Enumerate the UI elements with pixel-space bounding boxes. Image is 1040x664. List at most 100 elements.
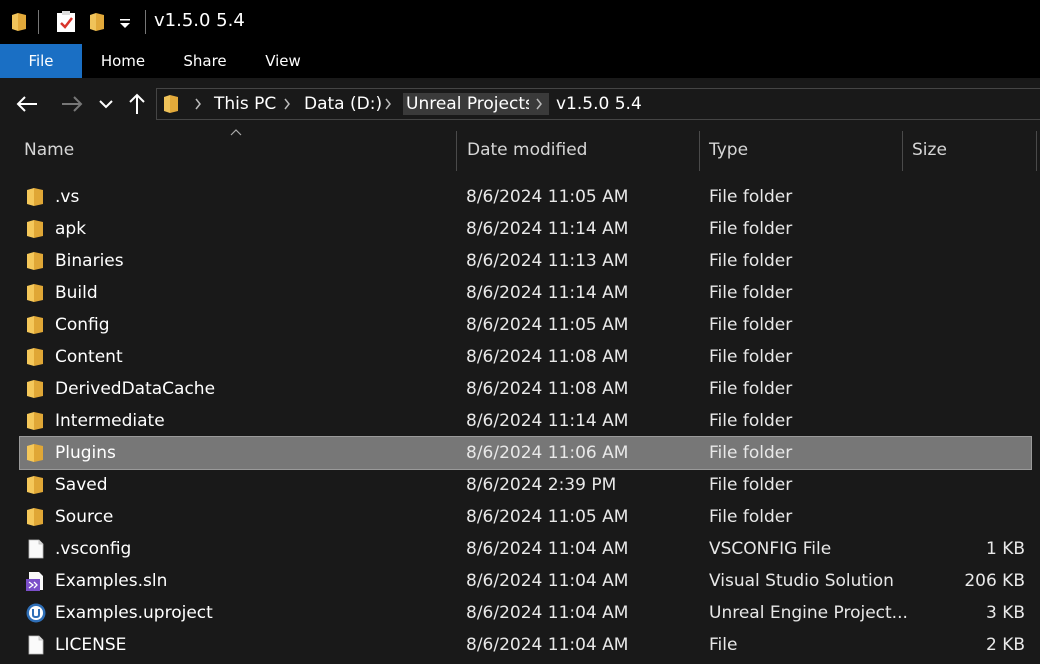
customize-toolbar-icon[interactable] [118,18,132,30]
file-row[interactable]: Saved 8/6/2024 2:39 PM File folder [20,469,1031,501]
column-header-name[interactable]: Name [24,140,74,160]
file-type: Visual Studio Solution [709,571,894,591]
file-type: File folder [709,283,793,303]
separator [38,10,39,34]
chevron-right-icon[interactable] [193,97,203,111]
file-size: 2 KB [985,635,1025,655]
file-type: File [709,635,738,655]
file-type: File folder [709,251,793,271]
column-header-size[interactable]: Size [912,140,947,160]
file-name: Binaries [55,251,124,271]
file-date-modified: 8/6/2024 11:14 AM [466,411,629,431]
chevron-right-icon [536,98,542,110]
file-type: File folder [709,411,793,431]
recent-locations-button[interactable] [92,90,120,118]
arrow-up-icon [129,93,145,114]
separator [145,10,146,34]
file-row[interactable]: LICENSE 8/6/2024 11:04 AM File 2 KB [20,629,1031,661]
new-folder-icon[interactable] [88,12,106,32]
file-name: Content [55,347,123,367]
tab-share[interactable]: Share [176,44,234,78]
chevron-right-icon[interactable] [383,97,393,111]
sort-ascending-icon [230,129,242,136]
folder-icon [164,95,178,113]
file-date-modified: 8/6/2024 11:06 AM [466,443,629,463]
breadcrumb-current-folder[interactable]: v1.5.0 5.4 [553,93,645,115]
file-icon [28,635,44,655]
file-row[interactable]: Source 8/6/2024 11:05 AM File folder [20,501,1031,533]
window-title: v1.5.0 5.4 [154,10,245,31]
file-date-modified: 8/6/2024 11:08 AM [466,347,629,367]
file-row[interactable]: Examples.uproject 8/6/2024 11:04 AM Unreal… [20,597,1031,629]
file-type: VSCONFIG File [709,539,832,559]
breadcrumb-this-pc[interactable]: This PC [211,93,279,115]
column-divider[interactable] [699,131,700,171]
file-date-modified: 8/6/2024 11:05 AM [466,507,629,527]
file-date-modified: 8/6/2024 11:08 AM [466,379,629,399]
file-size: 1 KB [985,539,1025,559]
column-divider[interactable] [902,131,903,171]
column-header-type[interactable]: Type [709,140,748,160]
folder-icon [27,348,43,366]
file-date-modified: 8/6/2024 11:04 AM [466,571,629,591]
folder-icon [27,188,43,206]
file-row[interactable]: Examples.sln 8/6/2024 11:04 AM Visual Stud… [20,565,1031,597]
file-row[interactable]: .vs 8/6/2024 11:05 AM File folder [20,181,1031,213]
file-name: DerivedDataCache [55,379,216,399]
folder-icon [27,284,43,302]
tab-file[interactable]: File [0,44,82,78]
file-size: 206 KB [964,571,1025,591]
file-name: Examples.sln [55,571,168,591]
file-row[interactable]: DerivedDataCache 8/6/2024 11:08 AM File fo… [20,373,1031,405]
folder-icon [27,252,43,270]
file-name: apk [55,219,87,239]
ribbon [0,44,1040,78]
back-button[interactable] [13,90,41,118]
tab-home[interactable]: Home [93,44,153,78]
column-header-date[interactable]: Date modified [467,140,587,160]
column-divider[interactable] [1036,131,1037,171]
unreal-engine-icon [26,603,46,623]
file-type: File folder [709,187,793,207]
file-type: File folder [709,475,793,495]
properties-icon[interactable] [56,11,76,33]
file-name: Examples.uproject [55,603,213,623]
folder-icon [27,476,43,494]
file-type: File folder [709,507,793,527]
file-row[interactable]: apk 8/6/2024 11:14 AM File folder [20,213,1031,245]
file-row[interactable]: Content 8/6/2024 11:08 AM File folder [20,341,1031,373]
folder-icon [27,380,43,398]
file-row[interactable]: Config 8/6/2024 11:05 AM File folder [20,309,1031,341]
file-icon [28,539,44,559]
file-name: .vs [55,187,80,207]
breadcrumb-unreal-projects[interactable]: Unreal Projects [403,93,537,115]
file-name: Build [55,283,98,303]
file-name: Intermediate [55,411,165,431]
folder-icon [27,316,43,334]
file-name: Saved [55,475,108,495]
forward-button[interactable] [58,90,86,118]
arrow-left-icon [16,96,37,112]
breadcrumb-chevron-highlight[interactable] [529,93,549,115]
file-date-modified: 8/6/2024 11:14 AM [466,283,629,303]
file-row[interactable]: Build 8/6/2024 11:14 AM File folder [20,277,1031,309]
file-date-modified: 8/6/2024 11:13 AM [466,251,629,271]
up-button[interactable] [123,90,151,118]
column-divider[interactable] [456,131,457,171]
chevron-right-icon[interactable] [282,97,292,111]
file-date-modified: 8/6/2024 2:39 PM [466,475,617,495]
breadcrumb-data-drive[interactable]: Data (D:) [301,93,385,115]
file-date-modified: 8/6/2024 11:05 AM [466,315,629,335]
file-date-modified: 8/6/2024 11:14 AM [466,219,629,239]
file-row[interactable]: .vsconfig 8/6/2024 11:04 AM VSCONFIG File 1… [20,533,1031,565]
file-row[interactable]: Binaries 8/6/2024 11:13 AM File folder [20,245,1031,277]
file-type: File folder [709,443,793,463]
file-row[interactable]: Plugins 8/6/2024 11:06 AM File folder [19,436,1032,470]
folder-icon [27,444,43,462]
file-type: File folder [709,219,793,239]
file-row[interactable]: Intermediate 8/6/2024 11:14 AM File folder [20,405,1031,437]
folder-icon [27,220,43,238]
file-name: Plugins [55,443,116,463]
tab-view[interactable]: View [256,44,310,78]
file-type: File folder [709,347,793,367]
